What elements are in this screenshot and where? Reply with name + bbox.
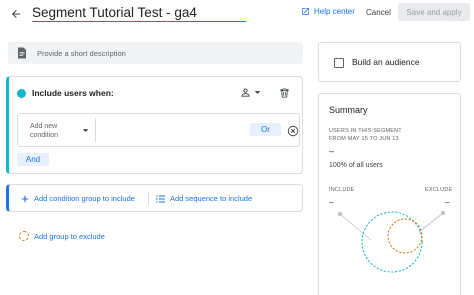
description-field[interactable]: Provide a short description bbox=[8, 42, 303, 64]
and-button[interactable]: And bbox=[17, 153, 49, 166]
summary-panel: Summary USERS IN THIS SEGMENT FROM MAY 1… bbox=[318, 93, 461, 295]
exclude-leader-dot bbox=[440, 210, 446, 216]
add-new-condition-label: Add new condition bbox=[30, 123, 59, 139]
summary-title: Summary bbox=[329, 105, 368, 115]
divider bbox=[148, 192, 149, 205]
external-link-icon bbox=[302, 8, 309, 15]
person-icon bbox=[241, 88, 250, 97]
percent-of-users: 100% of all users bbox=[329, 162, 383, 169]
plus-icon bbox=[21, 195, 29, 202]
include-leader-dot bbox=[337, 211, 343, 217]
caret-down-icon bbox=[254, 91, 261, 94]
build-audience-card: Build an audience bbox=[318, 42, 461, 82]
exclude-circle bbox=[387, 218, 423, 254]
delete-group-button[interactable] bbox=[279, 86, 290, 104]
condition-row: Add new condition Or bbox=[17, 113, 300, 147]
description-placeholder: Provide a short description bbox=[37, 48, 126, 58]
exclude-leader-line bbox=[418, 212, 444, 233]
cancel-button[interactable]: Cancel bbox=[366, 8, 391, 17]
include-caption: INCLUDE bbox=[329, 187, 355, 193]
add-group-to-exclude-button[interactable]: Add group to exclude bbox=[19, 231, 105, 241]
add-new-condition-select[interactable]: Add new condition bbox=[22, 118, 96, 142]
build-audience-checkbox[interactable] bbox=[334, 58, 344, 68]
include-users-label: Include users when: bbox=[32, 88, 114, 98]
include-dot-icon bbox=[17, 88, 26, 98]
caret-down-icon bbox=[82, 129, 89, 132]
include-condition-group: Include users when: Add new condition Or… bbox=[6, 76, 303, 174]
header-bar: Segment Tutorial Test - ga4 Help center … bbox=[0, 0, 474, 30]
document-icon bbox=[18, 47, 26, 59]
back-button[interactable] bbox=[8, 6, 24, 22]
trash-icon bbox=[280, 88, 289, 98]
build-audience-label: Build an audience bbox=[352, 57, 420, 67]
save-and-apply-button[interactable]: Save and apply bbox=[398, 3, 470, 21]
date-range: FROM MAY 15 TO JUN 13 bbox=[329, 136, 399, 142]
add-condition-group-button[interactable]: Add condition group to include bbox=[21, 194, 135, 203]
users-caption: USERS IN THIS SEGMENT bbox=[329, 128, 402, 134]
arrow-left-icon bbox=[12, 10, 20, 18]
or-button[interactable]: Or bbox=[250, 123, 281, 136]
close-circle-icon bbox=[287, 125, 299, 137]
scope-dropdown[interactable] bbox=[240, 87, 261, 98]
venn-diagram bbox=[337, 210, 446, 273]
exclude-circle-icon bbox=[19, 231, 29, 241]
segment-title-input[interactable]: Segment Tutorial Test - ga4 bbox=[32, 4, 246, 22]
help-center-label: Help center bbox=[314, 7, 355, 16]
exclude-caption: EXCLUDE bbox=[425, 187, 453, 193]
help-center-link[interactable]: Help center bbox=[301, 7, 355, 16]
add-sequence-button[interactable]: Add sequence to include bbox=[156, 194, 252, 203]
add-group-to-exclude-label: Add group to exclude bbox=[34, 231, 105, 241]
include-leader-line bbox=[339, 213, 372, 241]
list-icon bbox=[156, 195, 165, 202]
user-count: – bbox=[329, 146, 335, 156]
users-in-segment-caption: USERS IN THIS SEGMENT FROM MAY 15 TO JUN… bbox=[329, 127, 402, 143]
remove-condition-button[interactable] bbox=[287, 124, 299, 142]
include-header: Include users when: bbox=[17, 88, 114, 98]
add-actions-bar: Add condition group to include Add seque… bbox=[6, 184, 303, 212]
add-sequence-label: Add sequence to include bbox=[170, 194, 253, 203]
add-condition-group-label: Add condition group to include bbox=[34, 194, 135, 203]
